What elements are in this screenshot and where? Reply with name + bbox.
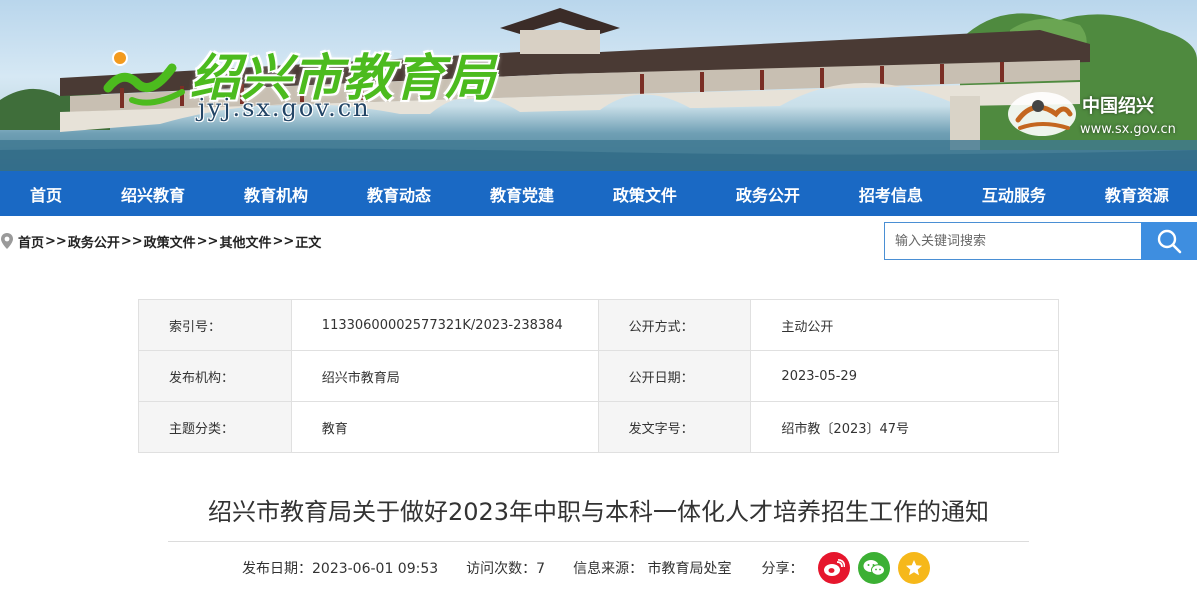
info-source: 信息来源： 市教育局处室 [573, 561, 732, 577]
share-weibo-button[interactable] [817, 552, 850, 584]
table-row: 主题分类： 教育 发文字号： 绍市教〔2023〕47号 [138, 401, 1059, 453]
nav-item-services[interactable]: 互动服务 [982, 182, 1046, 206]
article-title: 绍兴市教育局关于做好2023年中职与本科一体化人才培养招生工作的通知 [207, 498, 990, 526]
share-wechat-button[interactable] [857, 552, 890, 584]
main-nav: 首页 绍兴教育 教育机构 教育动态 教育党建 政策文件 政务公开 招考信息 互动… [0, 171, 1197, 216]
doc-number-value: 绍市教〔2023〕47号 [750, 401, 1059, 453]
share-favorite-button[interactable] [897, 552, 930, 584]
search-icon [1157, 229, 1182, 254]
nav-item-home[interactable]: 首页 [30, 182, 62, 206]
breadcrumb-gov-affairs[interactable]: 政务公开 [68, 232, 120, 251]
share-label: 分享： [761, 561, 804, 577]
open-date-value: 2023-05-29 [750, 350, 1059, 402]
breadcrumb-other-files[interactable]: 其他文件 [219, 232, 271, 251]
star-icon [905, 560, 922, 576]
open-method-label: 公开方式： [597, 299, 752, 351]
publisher-value: 绍兴市教育局 [290, 350, 599, 402]
title-divider [168, 541, 1029, 542]
breadcrumb-home[interactable]: 首页 [18, 232, 44, 251]
nav-item-shaoxing-education[interactable]: 绍兴教育 [121, 182, 185, 206]
nav-item-party[interactable]: 教育党建 [490, 182, 554, 206]
sx-figure-icon [103, 50, 185, 106]
breadcrumb-separator: >> [196, 233, 219, 249]
breadcrumb-separator: >> [272, 233, 295, 249]
breadcrumb-current: 正文 [295, 235, 322, 251]
doc-number-label: 发文字号： [597, 401, 752, 453]
search-button[interactable] [1141, 222, 1197, 260]
wechat-icon [863, 560, 885, 576]
nav-item-resources[interactable]: 教育资源 [1105, 182, 1169, 206]
publisher-label: 发布机构： [138, 350, 292, 402]
article-meta: 发布日期：2023-06-01 09:53 访问次数：7 信息来源： 市教育局处… [242, 552, 930, 584]
nav-item-exams[interactable]: 招考信息 [859, 182, 923, 206]
index-value: 11330600002577321K/2023-238384 [290, 299, 599, 351]
index-label: 索引号： [138, 299, 292, 351]
city-logo-url: www.sx.gov.cn [1080, 122, 1176, 137]
publish-date: 发布日期：2023-06-01 09:53 [242, 561, 439, 577]
nav-item-news[interactable]: 教育动态 [367, 182, 431, 206]
table-row: 索引号： 11330600002577321K/2023-238384 公开方式… [138, 299, 1059, 351]
location-pin-icon [1, 233, 13, 249]
topic-label: 主题分类： [138, 401, 292, 453]
breadcrumb-policy[interactable]: 政策文件 [144, 232, 196, 251]
document-info-table: 索引号： 11330600002577321K/2023-238384 公开方式… [138, 299, 1059, 453]
nav-item-institutions[interactable]: 教育机构 [244, 182, 308, 206]
visit-count: 访问次数：7 [466, 561, 546, 577]
city-logo-name: 中国绍兴 [1082, 96, 1154, 117]
table-row: 发布机构： 绍兴市教育局 公开日期： 2023-05-29 [138, 350, 1059, 402]
open-method-value: 主动公开 [750, 299, 1059, 351]
open-date-label: 公开日期： [597, 350, 752, 402]
breadcrumb: 首页 >> 政务公开 >> 政策文件 >> 其他文件 >> 正文 [0, 231, 321, 251]
weibo-icon [823, 559, 845, 576]
breadcrumb-separator: >> [120, 233, 143, 249]
search-input[interactable] [884, 222, 1141, 260]
nav-item-gov-affairs[interactable]: 政务公开 [736, 182, 800, 206]
topic-value: 教育 [290, 401, 599, 453]
nav-item-policy[interactable]: 政策文件 [613, 182, 677, 206]
breadcrumb-separator: >> [45, 233, 67, 249]
header-banner: 绍兴市教育局 jyj.sx.gov.cn 中国绍兴 www.sx.gov.cn [0, 0, 1197, 171]
search-box [884, 222, 1197, 260]
site-url-text: jyj.sx.gov.cn [198, 94, 371, 122]
